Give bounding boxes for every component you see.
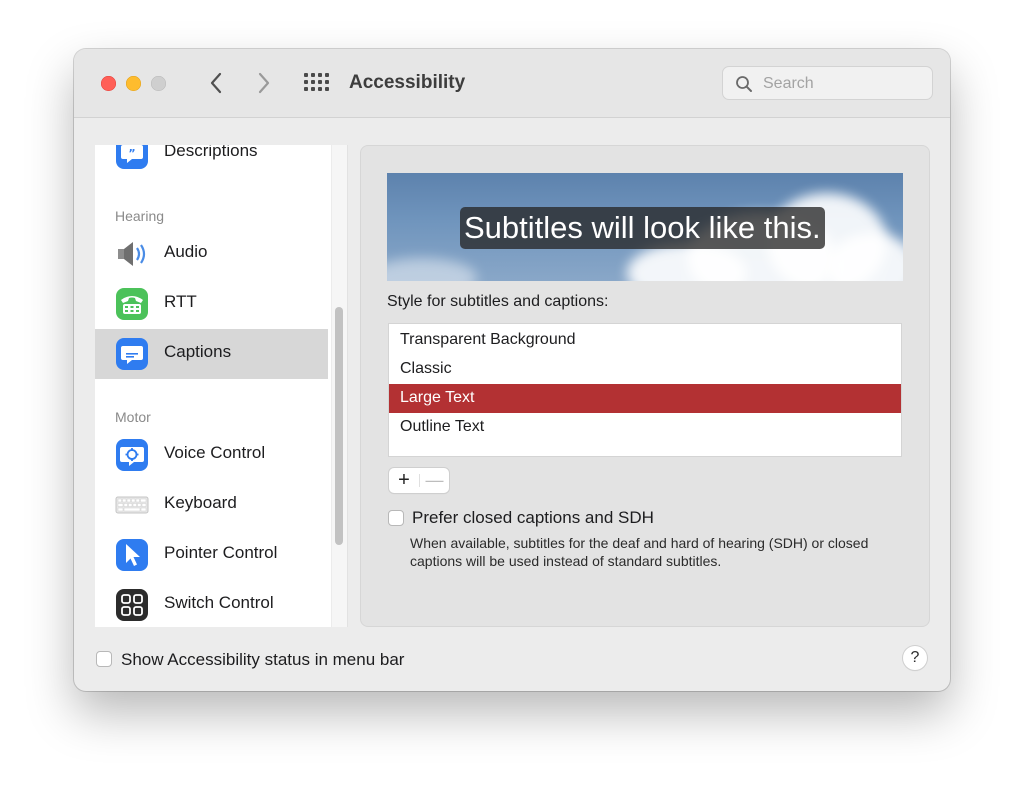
search-input[interactable] <box>761 72 925 96</box>
sidebar-item-label: Pointer Control <box>164 543 278 562</box>
sidebar-item-label: Switch Control <box>164 593 274 612</box>
caption-style-list[interactable]: Transparent Background Classic Large Tex… <box>389 324 901 456</box>
sidebar-item-label: Audio <box>164 242 208 261</box>
sidebar-item-label: Keyboard <box>164 493 237 512</box>
status-menu-checkbox[interactable] <box>96 651 112 667</box>
forward-button[interactable] <box>252 71 276 95</box>
title-bar: Accessibility <box>74 49 950 118</box>
remove-style-button[interactable]: — <box>420 468 449 493</box>
zoom-button[interactable] <box>151 76 166 91</box>
back-button[interactable] <box>204 71 228 95</box>
descriptions-icon: ” <box>116 145 148 169</box>
sidebar-item-audio[interactable]: Audio <box>95 229 328 279</box>
system-preferences-window: Accessibility ” Descriptions Hearing <box>74 49 950 691</box>
sidebar: ” Descriptions Hearing Audio RTT Caption… <box>95 145 348 627</box>
captions-icon <box>116 338 148 370</box>
list-item-selected[interactable]: Large Text <box>389 384 901 413</box>
prefer-cc-description: When available, subtitles for the deaf a… <box>410 535 869 569</box>
search-icon <box>736 76 752 92</box>
list-item[interactable]: Classic <box>389 355 901 384</box>
sidebar-item-label: Captions <box>164 342 232 361</box>
captions-panel: Subtitles will look like this. Style for… <box>360 145 930 627</box>
search-field[interactable] <box>722 66 933 100</box>
svg-text:”: ” <box>128 147 135 160</box>
style-list-label: Style for subtitles and captions: <box>387 293 609 310</box>
status-menu-label[interactable]: Show Accessibility status in menu bar <box>121 650 404 670</box>
list-item[interactable]: Outline Text <box>389 413 901 442</box>
minimize-button[interactable] <box>126 76 141 91</box>
help-button[interactable]: ? <box>903 646 927 670</box>
window-title: Accessibility <box>349 72 466 93</box>
prefer-cc-checkbox[interactable] <box>388 510 404 526</box>
sidebar-item-captions[interactable]: Captions <box>95 329 328 379</box>
speaker-icon <box>118 242 146 266</box>
close-button[interactable] <box>101 76 116 91</box>
add-style-button[interactable]: + <box>389 468 419 493</box>
keyboard-icon <box>115 496 149 514</box>
sidebar-item-switch-control[interactable]: Switch Control <box>95 580 328 627</box>
subtitle-sample-text: Subtitles will look like this. <box>460 207 825 249</box>
chevron-left-icon <box>210 72 222 94</box>
sidebar-item-rtt[interactable]: RTT <box>95 279 328 329</box>
switch-control-icon <box>116 589 148 621</box>
voice-control-icon <box>116 439 148 471</box>
sidebar-item-descriptions[interactable]: ” Descriptions <box>95 145 328 178</box>
pointer-icon <box>116 539 148 571</box>
sidebar-item-keyboard[interactable]: Keyboard <box>95 480 328 530</box>
sidebar-item-label: Voice Control <box>164 443 266 462</box>
section-header-motor: Motor <box>115 409 151 425</box>
show-all-grid-icon[interactable] <box>304 73 330 93</box>
sidebar-item-pointer-control[interactable]: Pointer Control <box>95 530 328 580</box>
sidebar-item-voice-control[interactable]: Voice Control <box>95 430 328 480</box>
add-remove-control: + — <box>389 468 449 493</box>
prefer-cc-label[interactable]: Prefer closed captions and SDH <box>412 508 654 528</box>
subtitle-preview: Subtitles will look like this. <box>387 173 903 281</box>
chevron-right-icon <box>258 72 270 94</box>
rtt-icon <box>116 288 148 320</box>
sidebar-item-label: RTT <box>164 292 197 311</box>
section-header-hearing: Hearing <box>115 208 165 224</box>
sidebar-scrollbar-thumb[interactable] <box>335 307 343 545</box>
sidebar-item-label: Descriptions <box>164 145 258 160</box>
list-item[interactable]: Transparent Background <box>389 326 901 355</box>
